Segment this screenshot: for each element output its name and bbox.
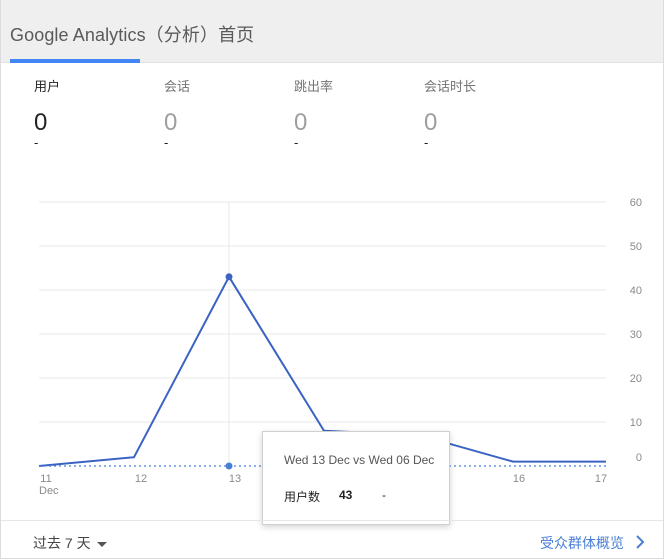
analytics-home-card: Google Analytics（分析）首页 用户 0 - 会话 0 - 跳出率… (0, 0, 664, 559)
tooltip-metric-value: 43 (339, 488, 353, 502)
y-axis-labels: 0 10 20 30 40 50 60 (630, 197, 642, 464)
caret-down-icon (96, 541, 107, 547)
x-tick-label: 16 (513, 473, 525, 485)
x-tick-label: 11 (40, 473, 51, 485)
x-tick-label: 12 (135, 473, 147, 485)
x-tick-sub-label: Dec (39, 485, 59, 497)
y-tick-label: 30 (630, 329, 642, 341)
highlight-point (225, 273, 233, 281)
chevron-right-icon[interactable] (633, 535, 647, 549)
date-range-label: 过去 7 天 (33, 535, 91, 551)
audience-overview-link[interactable]: 受众群体概览 (540, 533, 624, 553)
y-tick-label: 10 (630, 417, 642, 429)
y-tick-label: 50 (630, 241, 642, 253)
tooltip-metric-change: - (382, 488, 386, 502)
y-tick-label: 0 (636, 452, 642, 464)
comparison-highlight-point (225, 462, 233, 470)
x-tick-label: 17 (595, 473, 607, 485)
tooltip-title: Wed 13 Dec vs Wed 06 Dec (284, 453, 435, 467)
date-range-dropdown[interactable]: 过去 7 天 (33, 533, 107, 553)
chart-tooltip: Wed 13 Dec vs Wed 06 Dec 用户数 43 - (262, 431, 450, 525)
x-tick-label: 13 (229, 473, 241, 485)
chart-gridlines (39, 201, 606, 466)
y-tick-label: 20 (630, 373, 642, 385)
y-tick-label: 40 (630, 285, 642, 297)
tooltip-metric-label: 用户数 (284, 490, 321, 504)
footer-divider (1, 520, 663, 521)
y-tick-label: 60 (630, 197, 642, 209)
